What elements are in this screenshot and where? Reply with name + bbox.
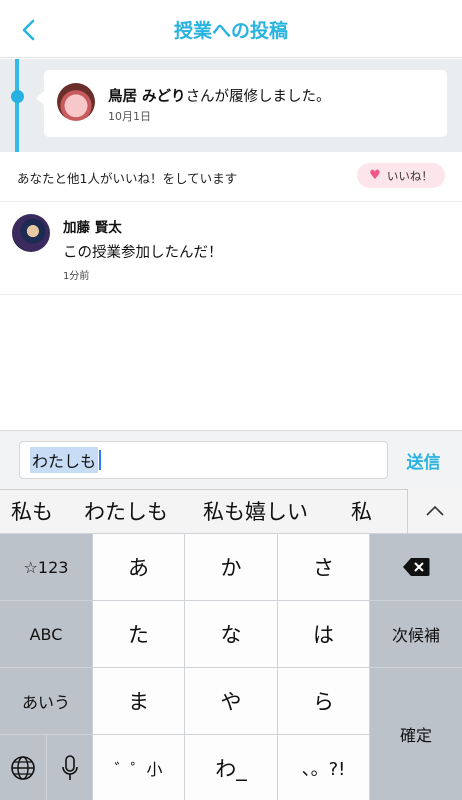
- enrollment-text: さんが履修しました。: [185, 89, 331, 105]
- globe-icon: [11, 755, 35, 780]
- key-ma[interactable]: ま: [93, 668, 184, 734]
- confirm-key[interactable]: 確定: [370, 668, 462, 800]
- candidate-word[interactable]: 「: [398, 489, 407, 533]
- key-ka[interactable]: か: [185, 534, 277, 600]
- candidate-word[interactable]: 私も嬉しい: [203, 489, 308, 533]
- back-button[interactable]: [14, 14, 42, 46]
- key-kana-mode[interactable]: あいう: [0, 668, 92, 734]
- next-candidate-key[interactable]: 次候補: [370, 601, 462, 667]
- candidate-word[interactable]: 私: [351, 489, 372, 533]
- key-a[interactable]: あ: [93, 534, 184, 600]
- header-bar: [0, 0, 462, 58]
- enrollment-date: 10月1日: [108, 110, 151, 123]
- comment-time: 1分前: [63, 271, 90, 282]
- key-number-mode[interactable]: ☆123: [0, 534, 92, 600]
- chevron-left-icon: [22, 19, 35, 41]
- key-abc-mode[interactable]: ABC: [0, 601, 92, 667]
- enrollment-message: 鳥居 みどりさんが履修しました。: [108, 85, 331, 106]
- text-caret: [99, 450, 102, 470]
- key-ra[interactable]: ら: [278, 668, 369, 734]
- delete-key[interactable]: [370, 534, 462, 600]
- key-ha[interactable]: は: [278, 601, 369, 667]
- avatar[interactable]: [57, 83, 95, 121]
- mic-key[interactable]: [47, 735, 92, 800]
- key-ta[interactable]: た: [93, 601, 184, 667]
- comment-author[interactable]: 加藤 賢太: [63, 216, 122, 236]
- key-sa[interactable]: さ: [278, 534, 369, 600]
- microphone-icon: [61, 754, 78, 780]
- timeline-dot: [11, 90, 24, 103]
- avatar[interactable]: [12, 214, 50, 252]
- comment-text: この授業参加したんだ！: [63, 245, 223, 261]
- send-button[interactable]: 送信: [396, 447, 451, 473]
- globe-key[interactable]: [0, 735, 46, 800]
- like-summary: あなたと他1人がいいね！をしています: [17, 171, 238, 186]
- backspace-icon: [403, 558, 430, 576]
- like-button-label: いいね！: [386, 168, 433, 183]
- candidate-word[interactable]: 私も: [11, 489, 53, 533]
- key-ya[interactable]: や: [185, 668, 277, 734]
- candidate-word[interactable]: わたしも: [84, 489, 168, 533]
- comment-input[interactable]: わたしも: [19, 441, 388, 479]
- user-name[interactable]: 鳥居 みどり: [108, 89, 186, 105]
- expand-candidates-button[interactable]: [407, 489, 462, 533]
- key-dakuten[interactable]: ゛゜小: [93, 735, 184, 800]
- key-punctuation[interactable]: 、。?!: [278, 735, 369, 800]
- timeline-line: [15, 59, 19, 152]
- like-button[interactable]: ♥ いいね！: [357, 163, 445, 188]
- input-marked-text: わたしも: [30, 447, 99, 473]
- heart-icon: ♥: [369, 168, 381, 183]
- chevron-up-icon: [426, 505, 444, 516]
- key-wa[interactable]: わ_: [185, 735, 277, 800]
- key-na[interactable]: な: [185, 601, 277, 667]
